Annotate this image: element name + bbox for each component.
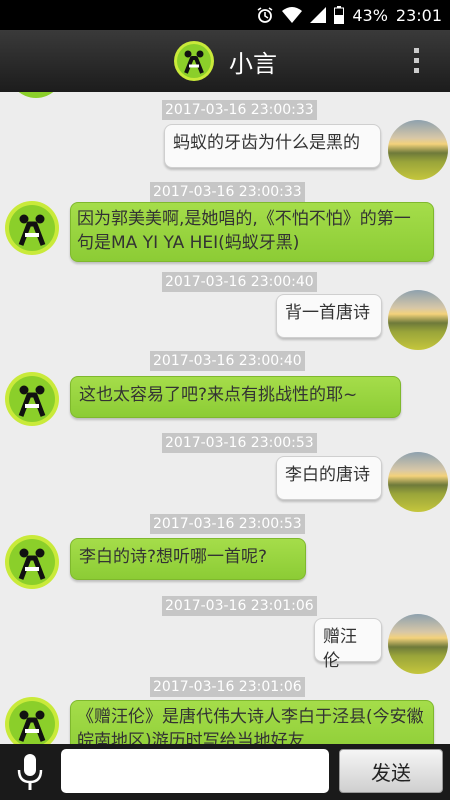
timestamp: 2017-03-16 23:01:06 xyxy=(150,677,305,697)
chat-bubble-bot[interactable]: 因为郭美美啊,是她唱的,《不怕不怕》的第一句是MA YI YA HEI(蚂蚁牙黑… xyxy=(70,202,434,262)
user-avatar xyxy=(388,290,448,350)
timestamp: 2017-03-16 23:01:06 xyxy=(162,596,317,616)
bot-avatar xyxy=(5,697,59,744)
timestamp: 2017-03-16 23:00:53 xyxy=(150,514,305,534)
bot-avatar xyxy=(5,201,59,255)
input-bar: 发送 xyxy=(0,744,450,800)
bot-avatar xyxy=(5,535,59,589)
chat-bubble-user[interactable]: 李白的唐诗 xyxy=(276,456,382,500)
chat-bubble-bot[interactable]: 《赠汪伦》是唐代伟大诗人李白于泾县(今安徽皖南地区)游历时写给当地好友 xyxy=(70,700,434,744)
timestamp: 2017-03-16 23:00:40 xyxy=(150,351,305,371)
page-title: 小言 xyxy=(229,49,277,78)
microphone-icon[interactable] xyxy=(16,754,44,790)
wifi-icon xyxy=(282,7,303,23)
chat-bubble-user[interactable]: 背一首唐诗 xyxy=(276,294,382,338)
bot-avatar xyxy=(8,92,64,98)
chat-bubble-user[interactable]: 蚂蚁的牙齿为什么是黑的 xyxy=(164,124,381,168)
user-avatar xyxy=(388,614,448,674)
timestamp: 2017-03-16 23:00:53 xyxy=(162,433,317,453)
chat-bubble-bot[interactable]: 这也太容易了吧?来点有挑战性的耶~ xyxy=(70,376,401,418)
status-bar: 43% 23:01 xyxy=(0,0,450,30)
title-bar: 小言 xyxy=(0,30,450,92)
timestamp: 2017-03-16 23:00:40 xyxy=(162,272,317,292)
app-logo-icon xyxy=(174,41,214,81)
timestamp: 2017-03-16 23:00:33 xyxy=(162,100,317,120)
bot-avatar xyxy=(5,372,59,426)
battery-percent: 43% xyxy=(352,5,388,25)
overflow-menu-icon[interactable] xyxy=(414,48,420,74)
signal-icon xyxy=(310,7,327,23)
battery-icon xyxy=(334,6,345,24)
chat-messages[interactable]: 2017-03-16 23:00:33 蚂蚁的牙齿为什么是黑的 2017-03-… xyxy=(0,92,450,744)
user-avatar xyxy=(388,120,448,180)
message-input[interactable] xyxy=(61,749,329,793)
timestamp: 2017-03-16 23:00:33 xyxy=(150,182,305,202)
clock: 23:01 xyxy=(395,5,442,25)
chat-bubble-user[interactable]: 赠汪伦 xyxy=(314,618,382,671)
alarm-icon xyxy=(256,6,274,24)
user-avatar xyxy=(388,452,448,512)
chat-bubble-bot[interactable]: 李白的诗?想听哪一首呢? xyxy=(70,538,306,580)
send-button[interactable]: 发送 xyxy=(339,749,443,793)
